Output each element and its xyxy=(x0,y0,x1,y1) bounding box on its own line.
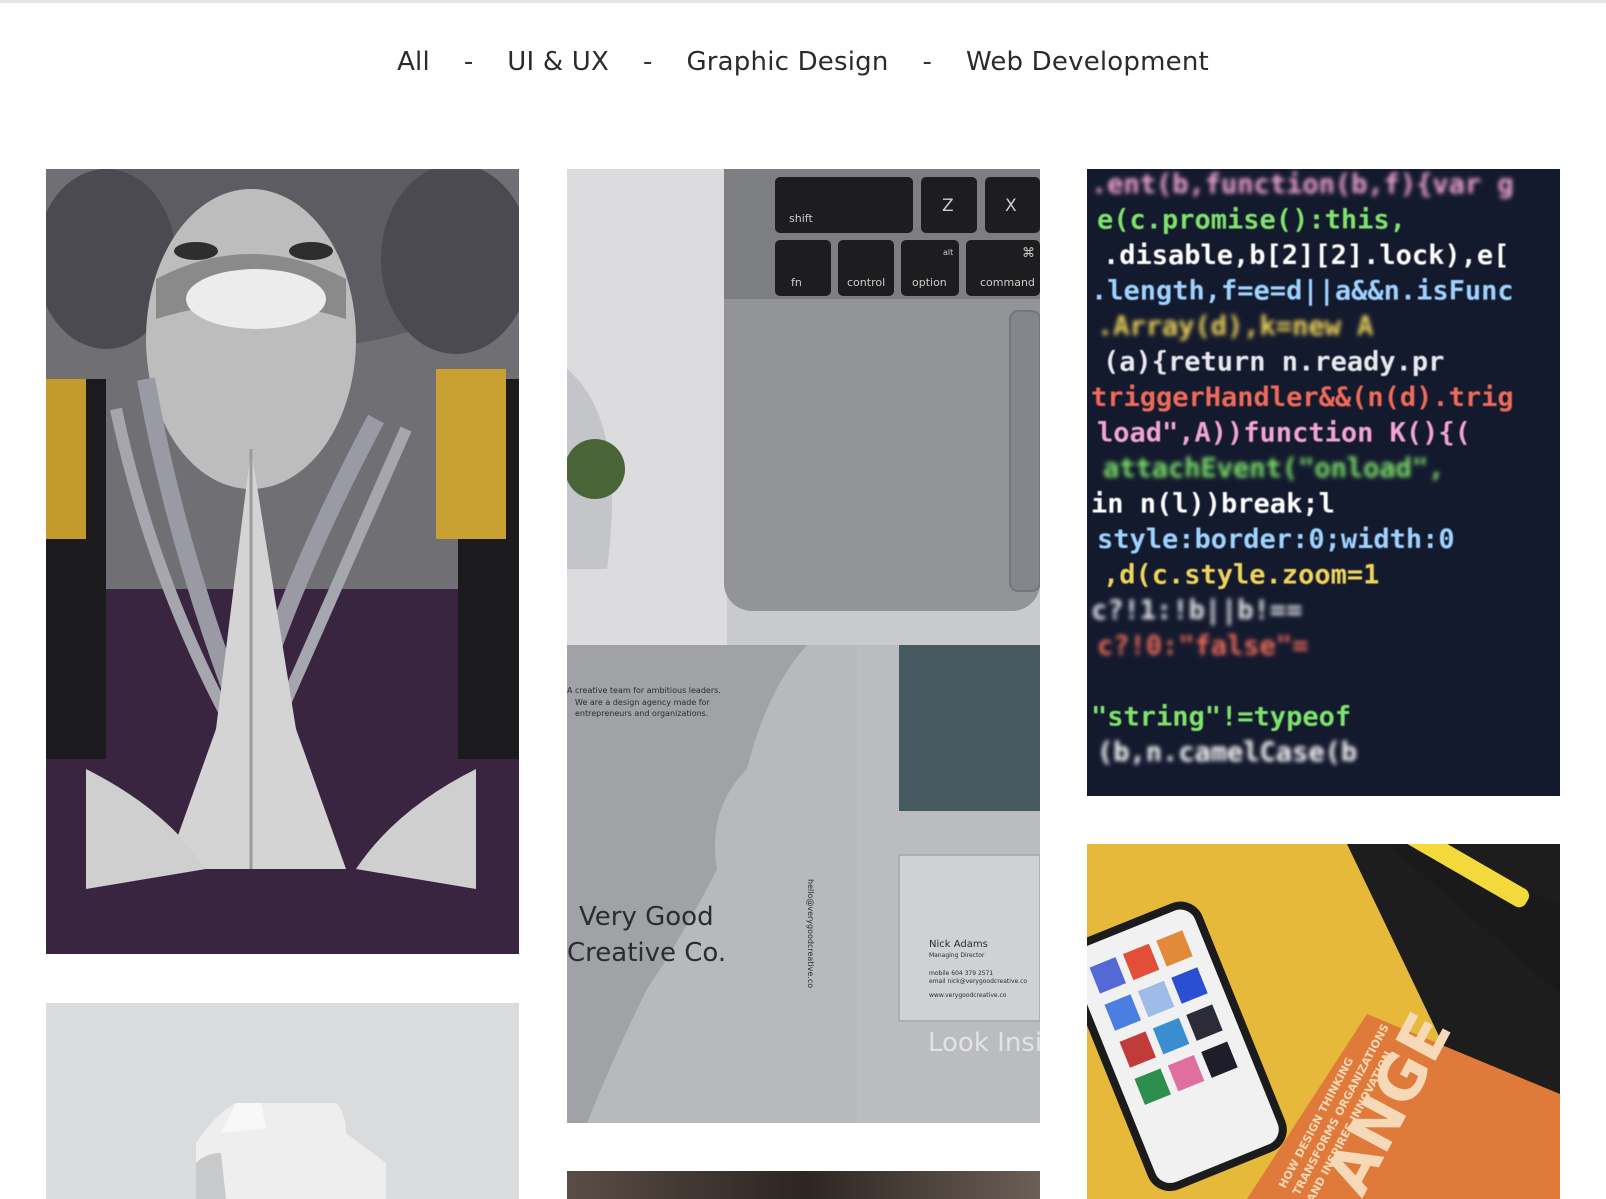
filter-separator: - xyxy=(643,47,653,77)
phone-image: ANGE HOW DESIGN THINKING TRANSFORMS ORGA… xyxy=(1087,844,1560,1199)
portfolio-item-dark[interactable] xyxy=(567,1171,1040,1199)
portfolio-filter-nav: All - UI & UX - Graphic Design - Web Dev… xyxy=(0,42,1606,82)
portfolio-item-stationery[interactable]: ure n A creative team for ambitious lead… xyxy=(567,169,1040,1123)
code-line: .disable,b[2][2].lock),e[ xyxy=(1103,240,1509,271)
portfolio-item-code[interactable]: .ent(b,function(b,f){var g e(c.promise():… xyxy=(1087,169,1560,796)
code-line: triggerHandler&&(n(d).trig xyxy=(1091,382,1514,413)
code-line: .Array(d),k=new A xyxy=(1097,311,1373,342)
portfolio-item-package[interactable] xyxy=(46,1003,519,1199)
code-line: (a){return n.ready.pr xyxy=(1103,347,1444,378)
code-line: load",A))function K(){( xyxy=(1097,418,1471,449)
code-line: style:border:0;width:0 xyxy=(1097,524,1455,555)
portfolio-item-artwork[interactable] xyxy=(46,169,519,954)
code-line: .ent(b,function(b,f){var g xyxy=(1091,169,1514,200)
code-line: in n(l))break;l xyxy=(1091,489,1335,520)
filter-ui-ux[interactable]: UI & UX xyxy=(507,47,609,77)
code-line: attachEvent("onload", xyxy=(1103,453,1444,484)
code-line: ,d(c.style.zoom=1 xyxy=(1103,560,1379,591)
artwork-image xyxy=(46,169,519,954)
stationery-image: ure n A creative team for ambitious lead… xyxy=(567,169,1040,1123)
top-border xyxy=(0,0,1606,3)
filter-separator: - xyxy=(922,47,932,77)
package-image xyxy=(46,1003,519,1199)
code-line: "string"!=typeof xyxy=(1091,702,1351,733)
filter-web-development[interactable]: Web Development xyxy=(966,47,1209,77)
code-line: e(c.promise():this, xyxy=(1097,205,1406,236)
portfolio-item-phone[interactable]: ANGE HOW DESIGN THINKING TRANSFORMS ORGA… xyxy=(1087,844,1560,1199)
filter-separator: - xyxy=(463,47,474,77)
dark-image xyxy=(567,1171,1040,1199)
filter-all[interactable]: All xyxy=(397,47,430,77)
filter-graphic-design[interactable]: Graphic Design xyxy=(686,47,888,77)
code-line: c?!1:!b||b!== xyxy=(1091,595,1302,626)
code-line: .length,f=e=d||a&&n.isFunc xyxy=(1091,276,1514,307)
code-line: c?!0:"false"= xyxy=(1097,631,1308,662)
code-image: .ent(b,function(b,f){var g e(c.promise():… xyxy=(1087,169,1560,796)
code-line: (b,n.camelCase(b xyxy=(1097,737,1357,768)
